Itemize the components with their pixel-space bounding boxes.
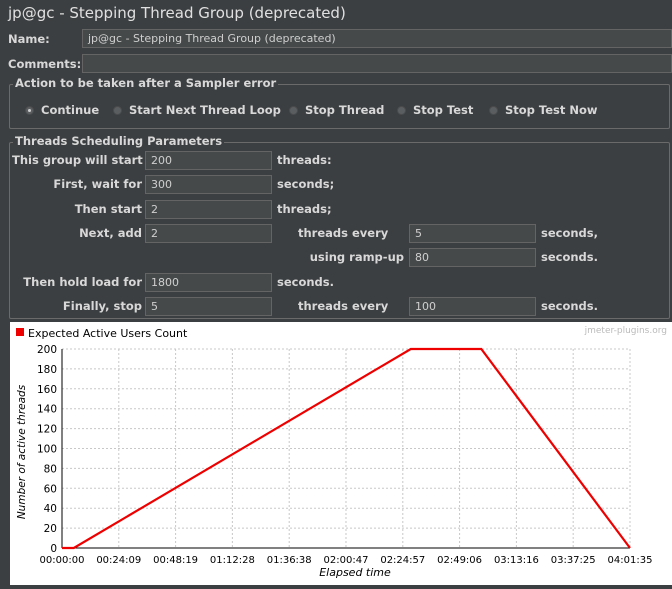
watermark: jmeter-plugins.org (584, 326, 667, 336)
next-add-label: Next, add (79, 226, 142, 240)
window-title: jp@gc - Stepping Thread Group (deprecate… (8, 4, 346, 22)
y-tick-label: 120 (37, 424, 57, 436)
radio-label: Stop Test (413, 103, 474, 117)
x-axis-ticks: 00:00:00 00:24:09 00:48:19 01:12:28 01:36:38… (40, 555, 653, 566)
hold-load-field[interactable]: 1800 (145, 273, 272, 292)
y-tick-label: 0 (50, 543, 57, 555)
group-start-field[interactable]: 200 (145, 151, 272, 170)
x-tick-label: 01:12:28 (210, 555, 255, 566)
group-start-label: This group will start (12, 153, 143, 167)
radio-icon (489, 105, 498, 115)
x-tick-label: 03:13:16 (494, 555, 539, 566)
radio-label: Start Next Thread Loop (129, 103, 281, 117)
x-tick-label: 00:24:09 (96, 555, 141, 566)
x-tick-label: 03:37:25 (551, 555, 596, 566)
next-add-every-unit: seconds, (541, 226, 598, 240)
radio-stop-test[interactable]: Stop Test (397, 103, 473, 117)
x-tick-label: 02:00:47 (324, 555, 369, 566)
first-wait-label: First, wait for (53, 177, 142, 191)
group-start-unit: threads: (277, 153, 332, 167)
radio-continue[interactable]: Continue (25, 103, 99, 117)
radio-label: Continue (41, 103, 100, 117)
y-tick-label: 100 (37, 444, 57, 456)
finally-stop-every-unit: seconds. (541, 299, 598, 313)
legend-swatch (16, 328, 24, 336)
y-tick-label: 40 (44, 503, 57, 515)
radio-icon (113, 105, 122, 115)
finally-stop-every-label: threads every (298, 299, 389, 313)
y-tick-label: 140 (37, 404, 57, 416)
ramp-up-unit: seconds. (541, 250, 598, 264)
schedule-legend: Threads Scheduling Parameters (13, 134, 225, 148)
x-tick-label: 00:48:19 (153, 555, 198, 566)
x-tick-label: 00:00:00 (40, 555, 85, 566)
y-tick-label: 180 (37, 364, 57, 376)
comments-field[interactable] (82, 54, 672, 73)
next-add-field[interactable]: 2 (145, 224, 272, 243)
y-tick-label: 80 (44, 463, 57, 475)
chart-panel: Expected Active Users Count jmeter-plugi… (10, 322, 672, 585)
x-tick-label: 02:49:06 (437, 555, 482, 566)
ramp-up-field[interactable]: 80 (409, 248, 536, 267)
then-start-field[interactable]: 2 (145, 200, 272, 219)
next-add-every-field[interactable]: 5 (409, 224, 536, 243)
x-tick-label: 04:01:35 (608, 555, 653, 566)
name-field[interactable]: jp@gc - Stepping Thread Group (deprecate… (82, 29, 672, 48)
y-tick-label: 20 (44, 523, 57, 535)
y-tick-label: 60 (44, 483, 57, 495)
radio-label: Stop Thread (305, 103, 385, 117)
radio-icon (397, 105, 406, 115)
radio-selected-icon (25, 105, 34, 115)
radio-stop-thread[interactable]: Stop Thread (289, 103, 384, 117)
sampler-error-legend: Action to be taken after a Sampler error (13, 76, 279, 90)
radio-stop-test-now[interactable]: Stop Test Now (489, 103, 598, 117)
radio-start-next-thread-loop[interactable]: Start Next Thread Loop (113, 103, 281, 117)
first-wait-field[interactable]: 300 (145, 175, 272, 194)
first-wait-unit: seconds; (277, 177, 335, 191)
name-label: Name: (8, 32, 50, 46)
active-users-chart: Expected Active Users Count jmeter-plugi… (16, 326, 667, 579)
legend-label: Expected Active Users Count (28, 327, 188, 340)
y-tick-label: 160 (37, 384, 57, 396)
ramp-up-label: using ramp-up (309, 250, 404, 264)
x-tick-label: 02:24:57 (380, 555, 425, 566)
comments-label: Comments: (8, 57, 82, 71)
y-axis-label: Number of active threads (16, 384, 28, 519)
finally-stop-field[interactable]: 5 (145, 297, 272, 316)
radio-label: Stop Test Now (505, 103, 598, 117)
finally-stop-every-field[interactable]: 100 (409, 297, 536, 316)
chart-grid (61, 348, 631, 549)
radio-icon (289, 105, 298, 115)
y-axis-ticks: 0 20 40 60 80 100 120 140 160 180 200 (37, 344, 57, 555)
finally-stop-label: Finally, stop (62, 299, 142, 313)
y-tick-label: 200 (37, 344, 57, 356)
next-add-every-label: threads every (298, 226, 389, 240)
x-axis-label: Elapsed time (319, 566, 391, 579)
x-tick-label: 01:36:38 (267, 555, 312, 566)
hold-load-unit: seconds. (277, 275, 334, 289)
then-start-unit: threads; (277, 202, 332, 216)
then-start-label: Then start (74, 202, 142, 216)
hold-load-label: Then hold load for (23, 275, 142, 289)
